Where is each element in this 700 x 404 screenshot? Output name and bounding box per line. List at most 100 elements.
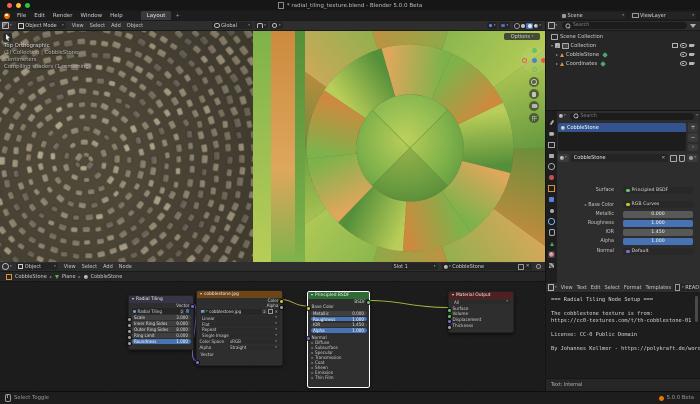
socket-volume-in[interactable] bbox=[447, 314, 452, 319]
outliner-row-coordinates[interactable]: ▸ Coordinates bbox=[556, 59, 697, 68]
shading-material-icon[interactable] bbox=[526, 23, 533, 29]
disable-render-icon[interactable] bbox=[689, 62, 694, 66]
camera-view-button[interactable] bbox=[529, 101, 539, 111]
minimize-window-button[interactable] bbox=[16, 3, 21, 8]
slot-specials-button[interactable]: ▾ bbox=[688, 144, 698, 151]
unlink-image-button[interactable]: ✕ bbox=[275, 309, 278, 314]
remove-slot-button[interactable]: − bbox=[688, 133, 698, 142]
close-window-button[interactable] bbox=[7, 3, 12, 8]
properties-search[interactable]: Search bbox=[570, 113, 694, 120]
outliner-row-collection[interactable]: ▾ ✓ Collection bbox=[551, 41, 697, 50]
menu-render[interactable]: Render bbox=[49, 11, 77, 20]
viewport-menu-select[interactable]: Select bbox=[87, 21, 108, 30]
node-menu-view[interactable]: View bbox=[61, 262, 79, 271]
outliner-editor-type-button[interactable]: ▾ bbox=[546, 22, 559, 29]
node-radial-tiling[interactable]: Radial Tiling Vector Radial Tiling 2 Sca… bbox=[128, 295, 194, 350]
breadcrumb-mesh[interactable]: Plane bbox=[62, 274, 76, 280]
blender-logo-icon[interactable] bbox=[4, 13, 10, 19]
shader-type-selector[interactable]: Object ▾ bbox=[16, 263, 58, 270]
text-editor-scrollbar[interactable] bbox=[695, 296, 698, 322]
text-menu-select[interactable]: Select bbox=[602, 283, 621, 292]
outliner-row-cobblestone[interactable]: ▸ CobbleStone bbox=[556, 50, 697, 59]
base-color-field[interactable]: RGB Curves bbox=[623, 201, 693, 208]
socket-alpha-out[interactable] bbox=[279, 305, 284, 310]
gizmo-axis-y[interactable] bbox=[532, 48, 537, 53]
text-menu-view[interactable]: View bbox=[559, 283, 575, 292]
gizmo-axis-z[interactable] bbox=[532, 58, 537, 63]
gizmos-toggle[interactable]: ▾ bbox=[487, 22, 498, 29]
socket-vector-out[interactable] bbox=[190, 304, 195, 309]
shading-wireframe-icon[interactable] bbox=[514, 23, 520, 29]
input-inner-ring-sides[interactable]: Inner Ring Sides9.000 bbox=[132, 321, 191, 326]
principled-ior[interactable]: IOR1.450 bbox=[311, 323, 367, 328]
holdout-icon[interactable] bbox=[672, 43, 679, 49]
text-menu-text[interactable]: Text bbox=[575, 283, 589, 292]
surface-field[interactable]: Principled BSDF bbox=[623, 187, 693, 194]
alpha-field[interactable]: 1.000 bbox=[623, 238, 693, 245]
tab-output-icon[interactable] bbox=[548, 141, 555, 148]
workspace-tab-layout[interactable]: Layout bbox=[141, 11, 172, 20]
input-ring-limit[interactable]: Ring Limit0.000 bbox=[132, 333, 191, 338]
node-material-output[interactable]: Material Output All▾ Surface Volume Disp… bbox=[448, 291, 514, 333]
text-editor-body[interactable]: === Radial Tiling Node Setup === The cob… bbox=[545, 293, 700, 378]
breadcrumb-material[interactable]: CobbleStone bbox=[91, 274, 123, 280]
outliner-search[interactable]: Search bbox=[562, 22, 687, 29]
unlink-material-button[interactable]: ✕ bbox=[526, 264, 530, 269]
node-canvas[interactable]: Radial Tiling Vector Radial Tiling 2 Sca… bbox=[0, 282, 545, 391]
text-editor-type-button[interactable]: ▾ bbox=[546, 284, 559, 291]
viewlayer-selector[interactable]: ViewLayer ▾ bbox=[630, 12, 696, 19]
collection-checkbox[interactable]: ✓ bbox=[555, 43, 560, 48]
add-workspace-button[interactable]: + bbox=[171, 11, 184, 20]
metallic-field[interactable]: 0.000 bbox=[623, 211, 693, 218]
input-roundness[interactable]: Roundness1.000 bbox=[132, 339, 191, 344]
menu-edit[interactable]: Edit bbox=[30, 11, 49, 20]
socket-thickness-in[interactable] bbox=[447, 325, 452, 330]
node-image-texture[interactable]: cobblestone.jpg Color Alpha ▾ cobbleston… bbox=[196, 290, 283, 366]
hide-viewport-icon[interactable] bbox=[680, 43, 687, 48]
material-slot-selector[interactable]: Slot 1▾ bbox=[392, 263, 438, 270]
filter-icon[interactable] bbox=[690, 24, 696, 28]
pan-view-button[interactable] bbox=[529, 89, 539, 99]
fake-user-shield-icon[interactable] bbox=[679, 155, 685, 162]
image-users-count[interactable]: 2 bbox=[262, 309, 266, 314]
viewport-3d[interactable]: Top Orthographic (1) Collection | Cobble… bbox=[0, 31, 545, 262]
socket-bsdf-out[interactable] bbox=[366, 300, 371, 305]
text-datablock-selector[interactable]: ▾ README bbox=[673, 284, 699, 291]
viewport-options-button[interactable]: Options▾ bbox=[504, 33, 540, 40]
zoom-view-button[interactable] bbox=[529, 77, 539, 87]
node-menu-node[interactable]: Node bbox=[116, 262, 135, 271]
socket-base-color-in[interactable] bbox=[306, 306, 311, 311]
tab-scene-icon[interactable] bbox=[548, 163, 555, 170]
breadcrumb-object[interactable]: CobbleStone bbox=[15, 274, 47, 280]
alpha-mode-dropdown[interactable]: Straight▾ bbox=[228, 346, 280, 351]
editor-type-button[interactable]: ▾ bbox=[0, 22, 14, 29]
disable-render-icon[interactable] bbox=[689, 44, 694, 48]
principled-metallic[interactable]: Metallic0.000 bbox=[311, 311, 367, 316]
material-name-field[interactable]: CobbleStone ✕ bbox=[571, 154, 668, 162]
text-menu-format[interactable]: Format bbox=[622, 283, 644, 292]
fake-user-icon[interactable] bbox=[268, 309, 273, 315]
socket-roundness-in[interactable] bbox=[127, 341, 132, 346]
mode-selector[interactable]: Object Mode ▾ bbox=[16, 22, 66, 29]
interpolation-dropdown[interactable]: Linear▾ bbox=[200, 316, 280, 321]
viewport-menu-add[interactable]: Add bbox=[108, 21, 124, 30]
snap-toggle[interactable]: ▾ bbox=[255, 22, 268, 29]
node-menu-add[interactable]: Add bbox=[100, 262, 116, 271]
material-slot-active[interactable]: CobbleStone bbox=[558, 123, 686, 132]
input-outer-ring-sides[interactable]: Outer Ring Sides8.000 bbox=[132, 327, 191, 332]
socket-color-out[interactable] bbox=[279, 299, 284, 304]
radial-pattern-svg[interactable] bbox=[253, 31, 545, 262]
select-tool-button[interactable] bbox=[3, 33, 12, 42]
node-menu-select[interactable]: Select bbox=[79, 262, 100, 271]
socket-vector-in[interactable] bbox=[195, 360, 200, 365]
principled-alpha[interactable]: Alpha1.000 bbox=[311, 328, 367, 333]
projection-dropdown[interactable]: Flat▾ bbox=[200, 322, 280, 327]
new-material-icon[interactable] bbox=[670, 155, 677, 162]
node-principled-bsdf[interactable]: Principled BSDF BSDF Base Color Metallic… bbox=[307, 291, 370, 388]
overlays-toggle[interactable]: ▾ bbox=[499, 22, 510, 29]
tab-texture-icon[interactable] bbox=[548, 262, 555, 269]
transform-orientation-selector[interactable]: Global ▾ bbox=[212, 22, 252, 29]
tab-tool-icon[interactable] bbox=[548, 119, 555, 126]
add-slot-button[interactable]: + bbox=[688, 123, 698, 132]
shading-solid-icon[interactable] bbox=[521, 24, 525, 28]
